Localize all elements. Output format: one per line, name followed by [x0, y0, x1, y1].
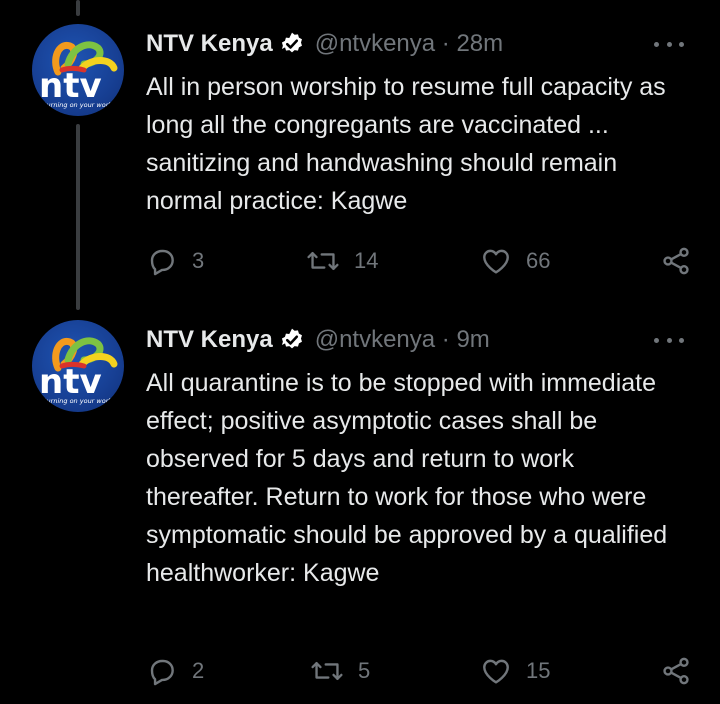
ntv-logo-icon: ntv turning on your world: [39, 337, 118, 405]
reply-icon: [146, 655, 178, 687]
svg-text:ntv: ntv: [39, 66, 102, 106]
like-count: 66: [526, 248, 551, 273]
share-button[interactable]: [660, 654, 692, 688]
tweet-actions: 3 14 66: [146, 244, 692, 278]
tweet[interactable]: ntv turning on your world NTV Kenya @ntv…: [0, 310, 720, 704]
retweet-button[interactable]: 5: [310, 654, 370, 688]
handle-and-time[interactable]: @ntvkenya · 28m: [315, 30, 503, 58]
retweet-count: 14: [354, 248, 379, 273]
avatar[interactable]: ntv turning on your world: [32, 320, 124, 412]
verified-icon: [279, 327, 305, 353]
more-icon[interactable]: [654, 330, 684, 350]
svg-text:ntv: ntv: [39, 362, 102, 402]
reply-button[interactable]: 2: [146, 654, 204, 688]
reply-count: 3: [192, 248, 205, 273]
like-icon: [480, 245, 512, 277]
ntv-logo-icon: ntv turning on your world: [39, 41, 118, 109]
share-button[interactable]: [660, 244, 692, 278]
like-button[interactable]: 66: [480, 244, 550, 278]
like-icon: [480, 655, 512, 687]
svg-text:turning on your world: turning on your world: [44, 101, 115, 109]
tweet-header: NTV Kenya @ntvkenya · 28m: [146, 28, 503, 60]
share-icon: [660, 655, 692, 687]
svg-text:turning on your world: turning on your world: [44, 397, 115, 405]
tweet-header: NTV Kenya @ntvkenya · 9m: [146, 324, 490, 356]
like-count: 15: [526, 658, 551, 683]
retweet-icon: [310, 655, 344, 687]
more-icon[interactable]: [654, 34, 684, 54]
tweet-text: All in person worship to resume full cap…: [146, 73, 666, 215]
retweet-button[interactable]: 14: [306, 244, 378, 278]
tweet-actions: 2 5 15: [146, 654, 692, 688]
like-button[interactable]: 15: [480, 654, 550, 688]
author-name[interactable]: NTV Kenya: [146, 30, 273, 58]
retweet-count: 5: [358, 658, 371, 683]
verified-icon: [279, 31, 305, 57]
avatar[interactable]: ntv turning on your world: [32, 24, 124, 116]
handle-and-time[interactable]: @ntvkenya · 9m: [315, 326, 490, 354]
retweet-icon: [306, 245, 340, 277]
reply-count: 2: [192, 658, 205, 683]
author-name[interactable]: NTV Kenya: [146, 326, 273, 354]
share-icon: [660, 245, 692, 277]
tweet[interactable]: ntv turning on your world NTV Kenya @ntv…: [0, 0, 720, 300]
tweet-text: All quarantine is to be stopped with imm…: [146, 369, 668, 587]
reply-icon: [146, 245, 178, 277]
reply-button[interactable]: 3: [146, 244, 204, 278]
